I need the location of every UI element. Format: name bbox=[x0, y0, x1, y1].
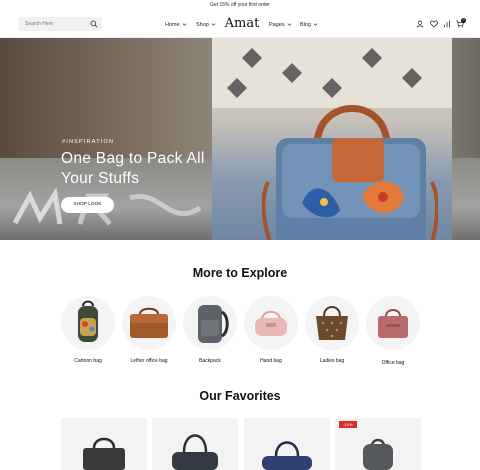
chevron-down-icon bbox=[211, 23, 216, 26]
nav-item-blog[interactable]: Blog bbox=[300, 11, 318, 38]
hero-bag-image bbox=[262, 105, 438, 240]
compare-icon[interactable] bbox=[443, 20, 451, 28]
site-logo[interactable]: Amat bbox=[224, 15, 260, 33]
category-hand-bag[interactable]: Hand bag bbox=[244, 296, 298, 364]
product-card[interactable] bbox=[244, 418, 330, 470]
laptop-bag-image bbox=[83, 437, 125, 470]
nav-label: Shop bbox=[196, 21, 209, 28]
explore-section-title: More to Explore bbox=[192, 266, 288, 280]
product-card[interactable] bbox=[61, 418, 147, 470]
search-box bbox=[18, 17, 102, 31]
category-label: Lether office bag bbox=[130, 358, 168, 364]
site-header: Home Shop Amat Pages Blog 0 bbox=[0, 11, 480, 38]
backpack-icon bbox=[198, 305, 229, 343]
blue-handbag-image bbox=[262, 441, 312, 470]
nav-item-pages[interactable]: Pages bbox=[269, 11, 292, 38]
hero-tag: #INSPIRATION bbox=[62, 139, 115, 145]
category-label: Cartoon bag bbox=[74, 358, 102, 364]
category-label: Hand bag bbox=[260, 358, 282, 364]
heart-icon[interactable] bbox=[430, 20, 438, 28]
shop-look-button[interactable]: SHOP LOOK bbox=[61, 197, 114, 213]
chevron-down-icon bbox=[287, 23, 292, 26]
chevron-down-icon bbox=[182, 23, 187, 26]
category-label: Ladies bag bbox=[319, 358, 345, 364]
briefcase-icon bbox=[130, 307, 168, 338]
favorites-section-title: Our Favorites bbox=[199, 389, 281, 403]
product-card[interactable]: -14% bbox=[335, 418, 421, 470]
nav-label: Pages bbox=[269, 21, 285, 28]
backpack-icon bbox=[78, 300, 98, 342]
office-bag-icon bbox=[378, 309, 408, 338]
category-cartoon-bag[interactable]: Cartoon bag bbox=[61, 296, 115, 364]
nav-label: Blog bbox=[300, 21, 312, 28]
category-backpack[interactable]: Backpack bbox=[183, 296, 237, 364]
category-lether-office-bag[interactable]: Lether office bag bbox=[122, 296, 176, 364]
discount-badge: -14% bbox=[339, 421, 357, 428]
cart-count-badge: 0 bbox=[461, 18, 466, 23]
nav-item-shop[interactable]: Shop bbox=[196, 11, 216, 38]
category-office-bag[interactable]: Office bag bbox=[366, 296, 420, 366]
category-ladies-bag[interactable]: Ladies bag bbox=[305, 296, 359, 364]
category-label: Backpack bbox=[199, 358, 221, 364]
announcement-text: Get 15% off your first order bbox=[210, 2, 270, 8]
search-input[interactable] bbox=[18, 17, 86, 31]
user-icon[interactable] bbox=[416, 20, 424, 28]
announcement-bar: Get 15% off your first order bbox=[0, 0, 480, 11]
hero-banner: #INSPIRATION One Bag to Pack All Your St… bbox=[0, 38, 480, 240]
duffel-bag-image bbox=[172, 434, 218, 470]
nav-item-home[interactable]: Home bbox=[165, 11, 187, 38]
nav-label: Home bbox=[165, 21, 180, 28]
search-icon[interactable] bbox=[90, 20, 98, 28]
tote-icon bbox=[316, 306, 348, 340]
handbag-icon bbox=[255, 310, 287, 336]
category-label: Office bag bbox=[381, 360, 405, 366]
chevron-down-icon bbox=[313, 23, 318, 26]
product-card[interactable] bbox=[152, 418, 238, 470]
hero-title: One Bag to Pack All Your Stuffs bbox=[61, 150, 205, 187]
